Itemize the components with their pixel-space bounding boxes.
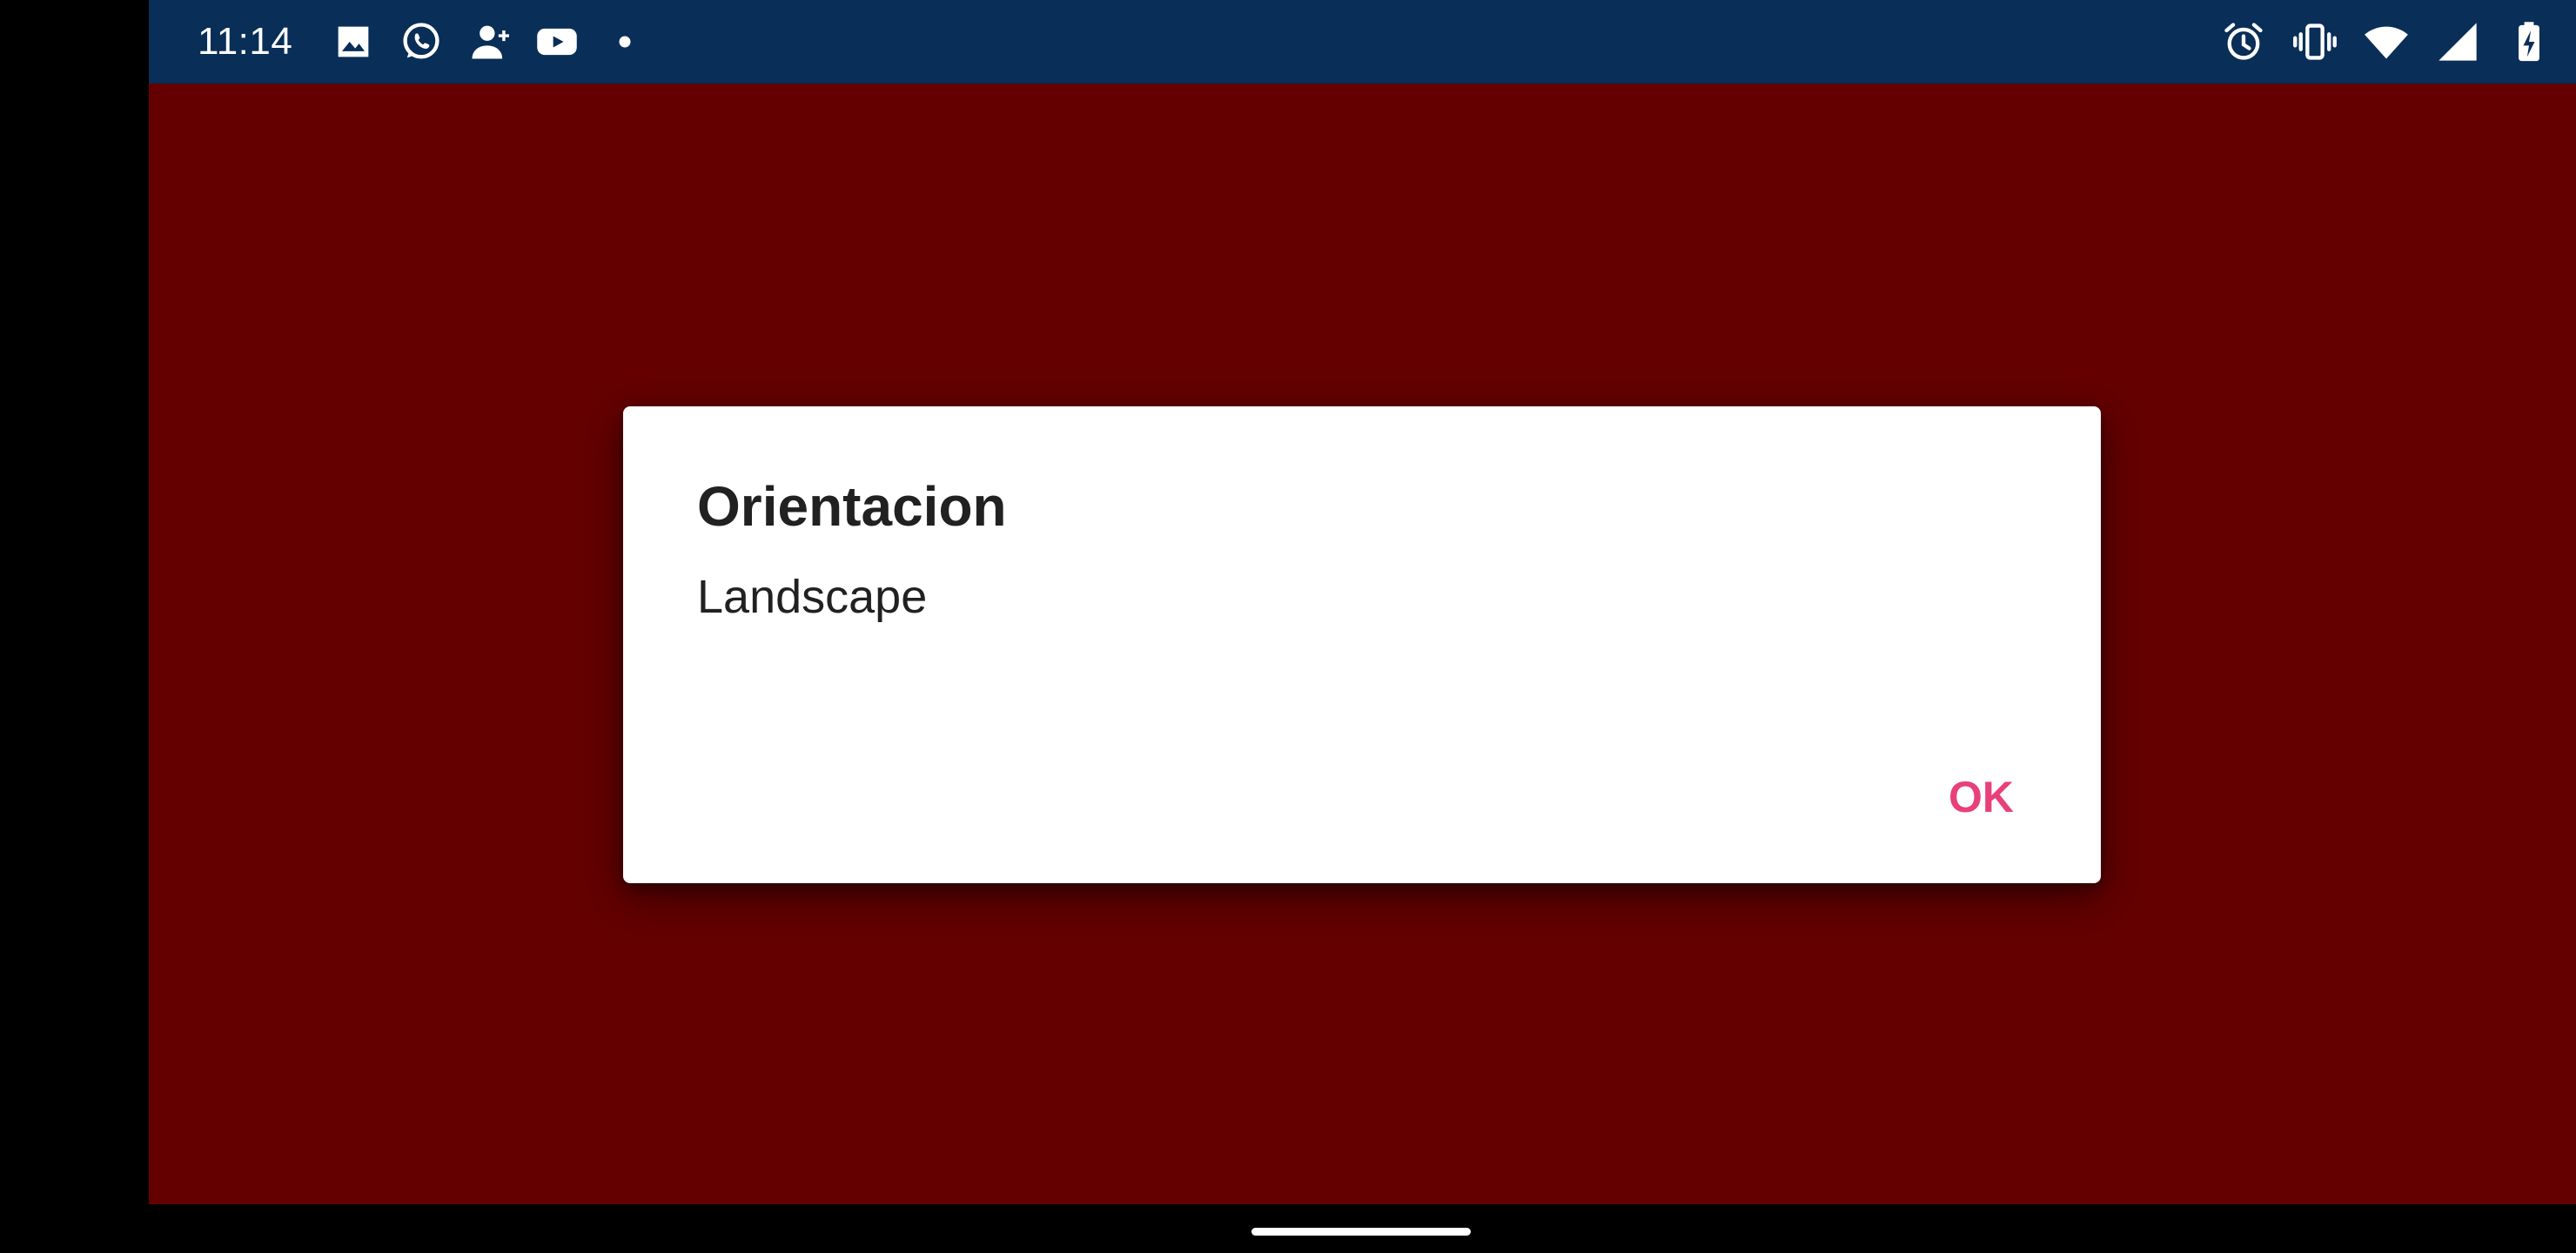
home-gesture-handle[interactable] <box>1251 1228 1471 1236</box>
status-bar-left: 11:14 <box>198 0 647 84</box>
youtube-icon <box>534 19 580 64</box>
ok-button[interactable]: OK <box>1949 772 2014 822</box>
notification-dot-icon <box>602 19 647 64</box>
device-screen: 11:14 Orientacion Landscape OK <box>0 0 2576 1253</box>
whatsapp-icon <box>399 19 444 64</box>
wifi-icon <box>2364 19 2409 64</box>
image-icon <box>331 19 376 64</box>
dialog-message: Landscape <box>697 571 928 623</box>
navigation-bar <box>0 1204 2576 1253</box>
display-cutout-area <box>0 0 149 1253</box>
dialog-title: Orientacion <box>697 475 1007 538</box>
battery-charging-icon <box>2506 19 2552 64</box>
orientation-dialog: Orientacion Landscape OK <box>623 406 2101 883</box>
status-bar-right <box>2221 0 2552 84</box>
status-clock: 11:14 <box>198 20 293 63</box>
add-contact-icon <box>466 19 512 64</box>
cell-signal-icon <box>2435 19 2480 64</box>
vibrate-icon <box>2292 19 2338 64</box>
status-bar: 11:14 <box>149 0 2576 84</box>
alarm-icon <box>2221 19 2266 64</box>
